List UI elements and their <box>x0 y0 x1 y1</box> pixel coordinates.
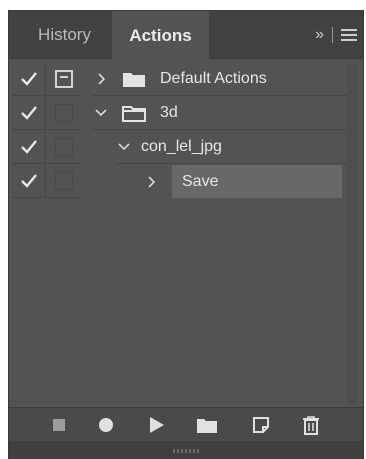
action-set-label: Default Actions <box>160 70 267 87</box>
collapse-double-chevron-icon[interactable]: » <box>315 26 324 44</box>
record-button[interactable] <box>91 408 121 442</box>
dialog-empty-icon <box>55 172 73 190</box>
play-button[interactable] <box>142 408 172 442</box>
action-label: con_lel_jpg <box>141 138 222 155</box>
stop-button[interactable] <box>44 408 74 442</box>
panel-tab-bar: History Actions » <box>9 11 363 60</box>
tab-actions[interactable]: Actions <box>112 11 209 60</box>
toggle-dialog[interactable] <box>47 63 81 96</box>
delete-button[interactable] <box>296 408 326 442</box>
checkmark-icon <box>20 140 37 154</box>
new-set-button[interactable] <box>192 408 222 442</box>
dialog-empty-icon <box>55 138 73 156</box>
folder-icon <box>123 73 145 87</box>
list-item[interactable]: 3d <box>12 97 347 131</box>
action-row[interactable]: con_lel_jpg <box>115 131 347 164</box>
list-item[interactable]: Save <box>12 165 347 199</box>
toggle-dialog[interactable] <box>47 131 81 164</box>
list-item[interactable]: con_lel_jpg <box>12 131 347 165</box>
scrollbar-track[interactable] <box>347 63 357 403</box>
dialog-icon <box>55 70 73 88</box>
toggle-dialog[interactable] <box>47 165 81 198</box>
checkmark-icon <box>20 72 37 86</box>
new-action-icon <box>253 417 269 433</box>
toggle-item-checkbox[interactable] <box>12 131 46 164</box>
stop-icon <box>53 419 65 431</box>
new-action-button[interactable] <box>246 408 276 442</box>
command-row-selected[interactable]: Save <box>142 165 347 198</box>
play-icon <box>150 417 164 433</box>
panel-bottom-bar <box>9 441 363 459</box>
actions-toolbar <box>9 407 363 441</box>
chevron-down-icon[interactable] <box>92 104 110 122</box>
folder-open-icon <box>122 106 146 122</box>
actions-list: Default Actions 3d con_lel_jpg Save <box>12 63 347 214</box>
chevron-down-icon[interactable] <box>115 138 133 156</box>
panel-menu-icon[interactable] <box>341 29 357 41</box>
toggle-item-checkbox[interactable] <box>12 97 46 130</box>
action-set-label: 3d <box>160 104 178 121</box>
list-item[interactable]: Default Actions <box>12 63 347 97</box>
checkmark-icon <box>20 106 37 120</box>
toggle-dialog[interactable] <box>47 97 81 130</box>
actions-panel: History Actions » Default Actions 3d con… <box>8 10 364 459</box>
toggle-item-checkbox[interactable] <box>12 63 46 96</box>
tab-history[interactable]: History <box>17 11 112 59</box>
panel-controls: » <box>315 11 357 59</box>
checkmark-icon <box>20 174 37 188</box>
toggle-item-checkbox[interactable] <box>12 165 46 198</box>
resize-grip-icon[interactable] <box>173 449 201 453</box>
chevron-right-icon[interactable] <box>142 173 160 191</box>
divider <box>332 27 333 43</box>
action-set-row[interactable]: Default Actions <box>92 63 347 96</box>
command-label: Save <box>182 172 219 190</box>
trash-icon <box>303 415 319 435</box>
new-set-icon <box>197 419 217 433</box>
dialog-empty-icon <box>55 104 73 122</box>
chevron-right-icon[interactable] <box>92 70 110 88</box>
record-icon <box>99 418 113 432</box>
action-set-row[interactable]: 3d <box>92 97 347 130</box>
